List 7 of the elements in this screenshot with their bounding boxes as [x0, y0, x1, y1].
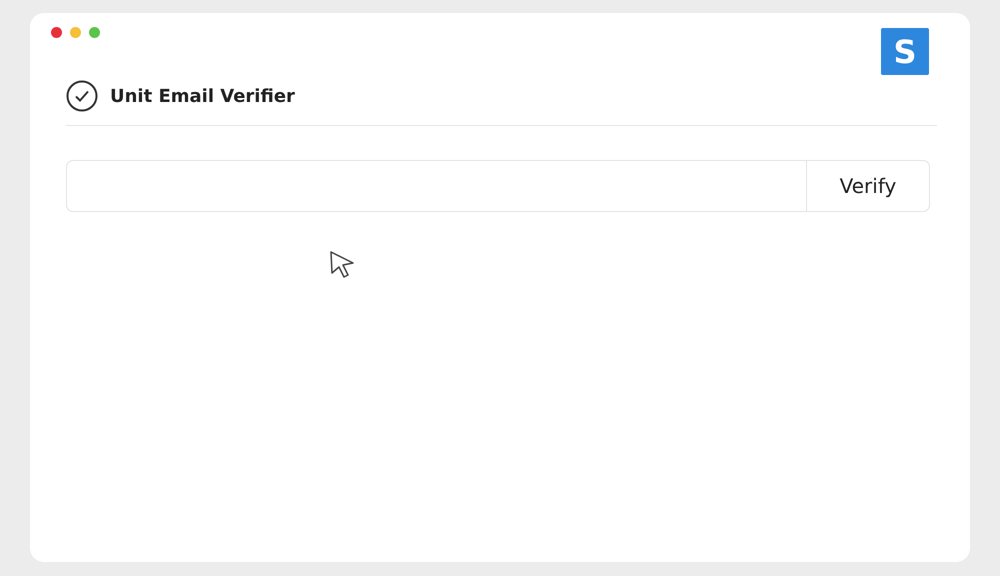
logo: S [881, 28, 929, 75]
window-control[interactable] [51, 27, 62, 38]
app-title: Unit Email Verifier [110, 84, 295, 108]
verify-button[interactable]: Verify [807, 160, 930, 212]
email-field[interactable] [66, 160, 807, 212]
window-control[interactable] [89, 27, 100, 38]
check-circle-icon [66, 80, 98, 112]
